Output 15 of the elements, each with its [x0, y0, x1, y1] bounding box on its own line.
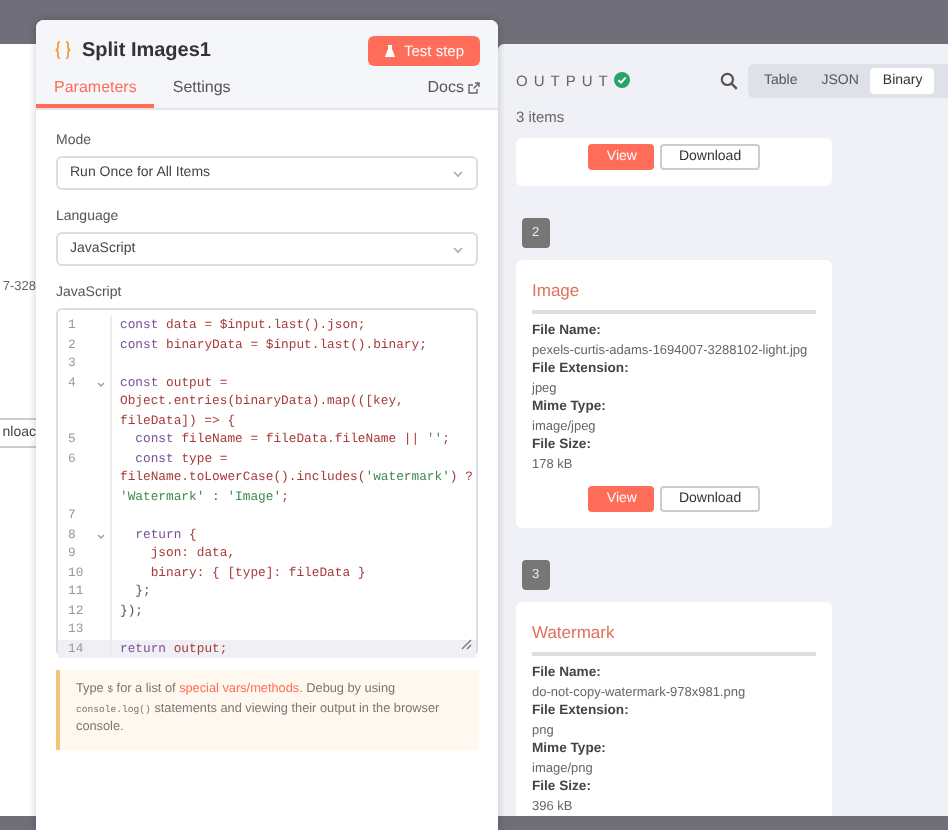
panel-tab[interactable]: Settings	[154, 72, 249, 108]
node-title: Split Images1	[82, 39, 213, 61]
braces-icon	[54, 40, 72, 60]
chevron-down-icon[interactable]	[96, 379, 106, 389]
docs-link[interactable]: Docs	[427, 78, 480, 108]
item-title: Image	[532, 276, 816, 314]
chevron-down-icon	[452, 169, 464, 177]
chevron-down-icon[interactable]	[96, 531, 106, 541]
code-editor[interactable]	[56, 308, 478, 656]
resize-handle-icon[interactable]	[460, 638, 472, 650]
flask-icon	[383, 43, 396, 57]
item-title: Watermark	[532, 618, 816, 656]
search-icon[interactable]	[720, 71, 738, 89]
chevron-down-icon	[452, 245, 464, 253]
external-link-icon	[468, 81, 480, 93]
